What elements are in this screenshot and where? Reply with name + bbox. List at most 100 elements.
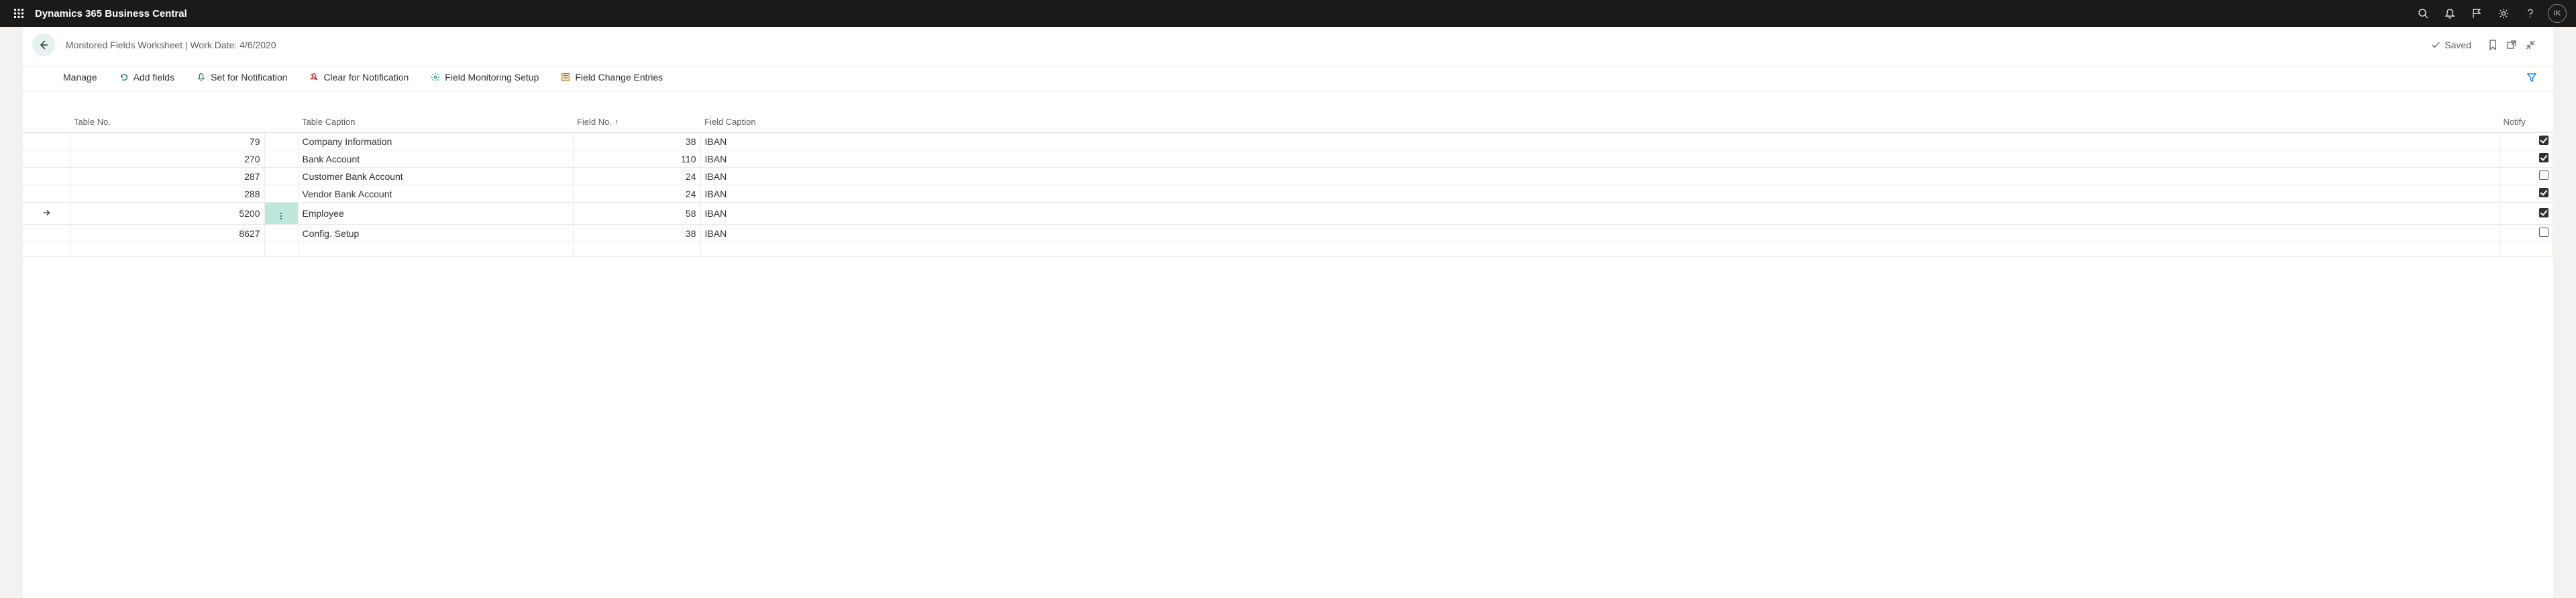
table-row[interactable]: 5200 Employee58IBAN: [23, 203, 2553, 225]
table-row[interactable]: 79 Company Information38IBAN: [23, 133, 2553, 150]
filter-icon[interactable]: [2522, 68, 2541, 87]
field-monitoring-setup-label: Field Monitoring Setup: [445, 72, 539, 83]
table-caption-cell[interactable]: Bank Account: [298, 150, 573, 168]
table-row[interactable]: 287 Customer Bank Account24IBAN: [23, 168, 2553, 185]
field-monitoring-setup-button[interactable]: Field Monitoring Setup: [425, 68, 544, 87]
row-actions-cell[interactable]: [264, 168, 298, 185]
table-row[interactable]: 288 Vendor Bank Account24IBAN: [23, 185, 2553, 203]
field-no-cell[interactable]: 58: [573, 203, 700, 225]
saved-label: Saved: [2445, 40, 2471, 50]
table-row[interactable]: 8627 Config. Setup38IBAN: [23, 225, 2553, 242]
grid-wrap: Table No. Table Caption Field No.↑ Field…: [23, 91, 2553, 257]
row-selector-cell[interactable]: [23, 203, 70, 225]
row-actions-cell[interactable]: [264, 203, 298, 225]
collapse-icon[interactable]: [2521, 36, 2540, 54]
col-table-caption-label: Table Caption: [302, 117, 356, 127]
notify-checkbox[interactable]: [2539, 170, 2548, 180]
table-no-cell[interactable]: 288: [70, 185, 264, 203]
col-field-caption[interactable]: Field Caption: [700, 111, 2500, 133]
table-caption-cell[interactable]: Employee: [298, 203, 573, 225]
notify-cell[interactable]: [2500, 185, 2553, 203]
row-actions-cell[interactable]: [264, 150, 298, 168]
fields-table: Table No. Table Caption Field No.↑ Field…: [23, 111, 2553, 257]
manage-menu[interactable]: Manage: [58, 68, 103, 87]
field-no-cell[interactable]: 38: [573, 225, 700, 242]
clear-notification-button[interactable]: Clear for Notification: [303, 68, 414, 87]
page-header: Monitored Fields Worksheet | Work Date: …: [23, 27, 2553, 66]
col-table-caption[interactable]: Table Caption: [298, 111, 573, 133]
empty-cell[interactable]: [264, 242, 298, 257]
table-no-cell[interactable]: 287: [70, 168, 264, 185]
notify-cell[interactable]: [2500, 168, 2553, 185]
table-no-cell[interactable]: 79: [70, 133, 264, 150]
field-no-cell[interactable]: 110: [573, 150, 700, 168]
col-field-no[interactable]: Field No.↑: [573, 111, 700, 133]
col-selector[interactable]: [23, 111, 70, 133]
table-caption-cell[interactable]: Customer Bank Account: [298, 168, 573, 185]
col-notify[interactable]: Notify: [2500, 111, 2553, 133]
checkmark-icon: [2431, 40, 2440, 50]
field-no-cell[interactable]: 38: [573, 133, 700, 150]
popout-icon[interactable]: [2502, 36, 2521, 54]
notify-cell[interactable]: [2500, 203, 2553, 225]
table-caption-cell[interactable]: Company Information: [298, 133, 573, 150]
more-icon[interactable]: [280, 211, 282, 221]
notify-checkbox[interactable]: [2539, 188, 2548, 197]
table-no-cell[interactable]: 270: [70, 150, 264, 168]
search-icon[interactable]: [2410, 0, 2436, 27]
user-avatar[interactable]: IK: [2548, 4, 2567, 23]
set-notification-button[interactable]: Set for Notification: [191, 68, 292, 87]
settings-icon[interactable]: [2490, 0, 2517, 27]
notify-cell[interactable]: [2500, 225, 2553, 242]
app-launcher-icon[interactable]: [5, 0, 32, 27]
add-fields-button[interactable]: Add fields: [113, 68, 180, 87]
col-notify-label: Notify: [2504, 117, 2526, 127]
row-actions-cell[interactable]: [264, 225, 298, 242]
notify-checkbox[interactable]: [2539, 153, 2548, 162]
table-row[interactable]: 270 Bank Account110IBAN: [23, 150, 2553, 168]
field-caption-cell[interactable]: IBAN: [700, 225, 2500, 242]
table-no-cell[interactable]: 5200: [70, 203, 264, 225]
table-row-empty[interactable]: [23, 242, 2553, 257]
empty-cell[interactable]: [573, 242, 700, 257]
field-no-cell[interactable]: 24: [573, 185, 700, 203]
row-selector-cell[interactable]: [23, 168, 70, 185]
empty-cell[interactable]: [23, 242, 70, 257]
row-actions-cell[interactable]: [264, 185, 298, 203]
help-icon[interactable]: [2517, 0, 2544, 27]
col-table-no[interactable]: Table No.: [70, 111, 264, 133]
empty-cell[interactable]: [298, 242, 573, 257]
empty-cell[interactable]: [70, 242, 264, 257]
row-selector-cell[interactable]: [23, 133, 70, 150]
field-change-entries-label: Field Change Entries: [575, 72, 663, 83]
bookmark-icon[interactable]: [2483, 36, 2502, 54]
sort-asc-icon: ↑: [614, 117, 619, 127]
empty-cell[interactable]: [2500, 242, 2553, 257]
empty-cell[interactable]: [700, 242, 2500, 257]
field-caption-cell[interactable]: IBAN: [700, 168, 2500, 185]
notify-cell[interactable]: [2500, 133, 2553, 150]
field-no-cell[interactable]: 24: [573, 168, 700, 185]
add-fields-label: Add fields: [133, 72, 174, 83]
field-caption-cell[interactable]: IBAN: [700, 203, 2500, 225]
flag-icon[interactable]: [2463, 0, 2490, 27]
table-caption-cell[interactable]: Vendor Bank Account: [298, 185, 573, 203]
table-caption-cell[interactable]: Config. Setup: [298, 225, 573, 242]
row-actions-cell[interactable]: [264, 133, 298, 150]
notify-cell[interactable]: [2500, 150, 2553, 168]
field-caption-cell[interactable]: IBAN: [700, 150, 2500, 168]
notifications-icon[interactable]: [2436, 0, 2463, 27]
bell-set-icon: [196, 72, 207, 83]
row-selector-cell[interactable]: [23, 150, 70, 168]
notify-checkbox[interactable]: [2539, 228, 2548, 237]
field-caption-cell[interactable]: IBAN: [700, 133, 2500, 150]
table-no-cell[interactable]: 8627: [70, 225, 264, 242]
notify-checkbox[interactable]: [2539, 208, 2548, 217]
field-change-entries-button[interactable]: Field Change Entries: [555, 68, 668, 87]
col-field-no-label: Field No.: [577, 117, 612, 127]
row-selector-cell[interactable]: [23, 185, 70, 203]
field-caption-cell[interactable]: IBAN: [700, 185, 2500, 203]
row-selector-cell[interactable]: [23, 225, 70, 242]
notify-checkbox[interactable]: [2539, 136, 2548, 145]
back-button[interactable]: [32, 34, 55, 56]
